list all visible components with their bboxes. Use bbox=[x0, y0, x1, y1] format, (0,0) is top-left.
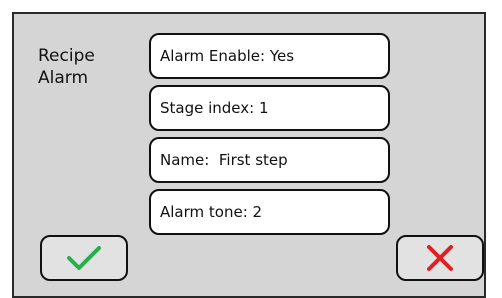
stage-index-label: Stage index: bbox=[160, 99, 255, 117]
alarm-enable-value: Yes bbox=[269, 47, 295, 65]
title-line-recipe: Recipe bbox=[38, 46, 95, 66]
alarm-tone-value: 2 bbox=[252, 203, 263, 221]
alarm-enable-label: Alarm Enable: bbox=[160, 47, 266, 65]
cancel-button[interactable] bbox=[396, 235, 484, 281]
title-line-alarm: Alarm bbox=[38, 68, 89, 88]
stage-index-value: 1 bbox=[259, 99, 269, 117]
page-title: Recipe Alarm bbox=[38, 45, 95, 89]
name-field[interactable]: Name: First step bbox=[149, 137, 390, 183]
alarm-tone-field[interactable]: Alarm tone: 2 bbox=[149, 189, 390, 235]
name-value: First step bbox=[218, 151, 288, 169]
alarm-enable-field[interactable]: Alarm Enable: Yes bbox=[149, 33, 390, 79]
x-icon bbox=[427, 245, 453, 271]
name-label: Name: bbox=[160, 151, 215, 169]
stage-index-field[interactable]: Stage index: 1 bbox=[149, 85, 390, 131]
checkmark-icon bbox=[67, 246, 101, 270]
confirm-button[interactable] bbox=[40, 235, 128, 281]
alarm-tone-label: Alarm tone: bbox=[160, 203, 248, 221]
